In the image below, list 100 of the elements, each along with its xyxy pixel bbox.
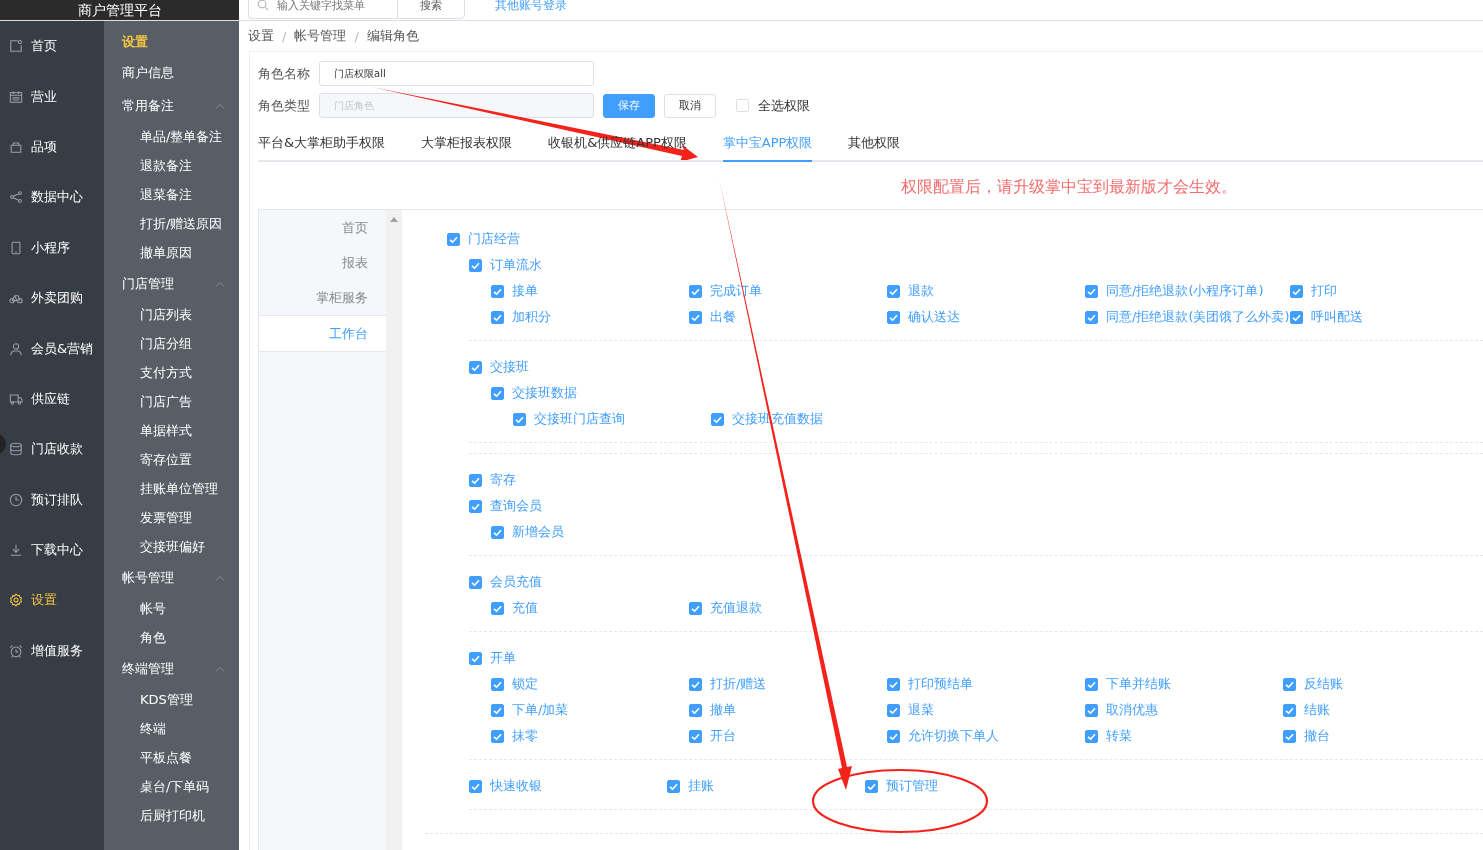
search-field[interactable]: 输入关键字找菜单 (248, 0, 397, 19)
submenu-item[interactable]: 挂账单位管理 (122, 474, 239, 503)
checkbox[interactable] (491, 525, 504, 539)
submenu-item[interactable]: 终端 (122, 714, 239, 743)
nav-item[interactable]: 增值服务 (0, 625, 104, 677)
checkbox[interactable] (469, 651, 482, 665)
submenu-group[interactable]: 门店管理 (122, 267, 239, 300)
checkbox[interactable] (469, 473, 482, 487)
checkbox[interactable] (1085, 284, 1098, 298)
submenu-item[interactable]: 退菜备注 (122, 180, 239, 209)
checkbox[interactable] (689, 703, 702, 717)
phone-icon (9, 240, 23, 255)
checkbox[interactable] (469, 360, 482, 374)
checkbox[interactable] (1085, 677, 1098, 691)
checkbox[interactable] (1283, 703, 1296, 717)
submenu-item[interactable]: 支付方式 (122, 358, 239, 387)
checkbox[interactable] (887, 310, 900, 324)
submenu-item[interactable]: 桌台/下单码 (122, 772, 239, 801)
submenu-item[interactable]: 商户信息 (122, 56, 239, 89)
submenu-item[interactable]: 门店列表 (122, 300, 239, 329)
submenu-item[interactable]: KDS管理 (122, 685, 239, 714)
nav-item[interactable]: 外卖团购 (0, 272, 104, 324)
nav-item[interactable]: 设置 (0, 575, 104, 626)
checkbox[interactable] (491, 386, 504, 400)
submenu-group[interactable]: 常用备注 (122, 89, 239, 122)
search-button[interactable]: 搜索 (397, 0, 465, 19)
checkbox[interactable] (491, 284, 504, 298)
checkbox[interactable] (1283, 729, 1296, 743)
permission-label: 下单/加菜 (512, 701, 569, 719)
checkbox[interactable] (887, 677, 900, 691)
tab[interactable]: 大掌柜报表权限 (421, 125, 513, 162)
checkbox[interactable] (491, 310, 504, 324)
checkbox[interactable] (491, 601, 504, 615)
checkbox[interactable] (887, 284, 900, 298)
nav-item[interactable]: 品项 (0, 121, 104, 173)
checkbox[interactable] (1085, 703, 1098, 717)
checkbox[interactable] (469, 499, 482, 513)
submenu-item[interactable]: 单品/整单备注 (122, 122, 239, 151)
scrollbar[interactable] (386, 210, 402, 850)
checkbox[interactable] (1289, 310, 1303, 324)
permission-label: 下单并结账 (1106, 675, 1171, 693)
breadcrumb-item[interactable]: 设置 (248, 27, 274, 45)
breadcrumb-item[interactable]: 帐号管理 (294, 27, 347, 45)
checkbox[interactable] (1085, 729, 1098, 743)
checkbox[interactable] (1085, 310, 1098, 324)
submenu-item[interactable]: 帐号 (122, 594, 239, 623)
submenu-item[interactable]: 发票管理 (122, 503, 239, 532)
submenu-item[interactable]: 寄存位置 (122, 445, 239, 474)
nav-item[interactable]: 营业 (0, 71, 104, 122)
checkbox[interactable] (689, 601, 702, 615)
submenu-item[interactable]: 平板点餐 (122, 743, 239, 772)
checkbox[interactable] (887, 703, 900, 717)
checkbox[interactable] (469, 258, 482, 272)
submenu-item[interactable]: 退款备注 (122, 151, 239, 180)
checkbox[interactable] (1283, 677, 1296, 691)
checkbox[interactable] (447, 232, 460, 246)
submenu-item[interactable]: 门店广告 (122, 387, 239, 416)
checkbox[interactable] (513, 412, 526, 426)
checkbox[interactable] (491, 729, 504, 743)
checkbox[interactable] (491, 677, 504, 691)
side-tab[interactable]: 报表 (259, 245, 386, 280)
nav-item[interactable]: 会员&营销 (0, 323, 104, 374)
checkbox[interactable] (689, 729, 702, 743)
nav-item[interactable]: 数据中心 (0, 172, 104, 223)
checkbox[interactable] (667, 779, 680, 793)
tab[interactable]: 平台&大掌柜助手权限 (258, 125, 386, 162)
submenu-group[interactable]: 帐号管理 (122, 561, 239, 594)
nav-item[interactable]: 门店收款 (0, 424, 104, 475)
submenu-item[interactable]: 打折/赠送原因 (122, 209, 239, 238)
tab[interactable]: 其他权限 (848, 125, 901, 162)
share-icon (9, 190, 23, 205)
caret-icon (215, 102, 225, 109)
cancel-button[interactable]: 取消 (664, 93, 716, 118)
checkbox[interactable] (469, 575, 482, 589)
submenu-item[interactable]: 单据样式 (122, 416, 239, 445)
checkbox[interactable] (689, 310, 702, 324)
checkbox[interactable] (469, 779, 482, 793)
checkbox[interactable] (865, 779, 878, 793)
submenu-item[interactable]: 交接班偏好 (122, 532, 239, 561)
side-tab[interactable]: 掌柜服务 (259, 280, 386, 315)
checkbox[interactable] (491, 703, 504, 717)
checkbox[interactable] (689, 284, 702, 298)
side-tab[interactable]: 首页 (259, 210, 386, 245)
checkbox[interactable] (1289, 284, 1303, 298)
submenu-group[interactable]: 终端管理 (122, 652, 239, 685)
scroll-up-icon[interactable] (390, 217, 398, 222)
nav-item[interactable]: 下载中心 (0, 524, 104, 576)
checkbox[interactable] (711, 412, 724, 426)
submenu-item[interactable]: 角色 (122, 623, 239, 652)
permission-label: 同意/拒绝退款(美团饿了么外卖) (1106, 308, 1290, 326)
submenu-item[interactable]: 撤单原因 (122, 238, 239, 267)
checkbox[interactable] (887, 729, 900, 743)
role-name-field[interactable]: 门店权限all (319, 61, 594, 86)
submenu-item[interactable]: 后厨打印机 (122, 801, 239, 830)
nav-item[interactable]: 首页 (0, 21, 104, 72)
submenu-item[interactable]: 门店分组 (122, 329, 239, 358)
checkbox[interactable] (689, 677, 702, 691)
nav-item[interactable]: 小程序 (0, 222, 104, 273)
nav-item[interactable]: 供应链 (0, 373, 104, 425)
nav-item[interactable]: 预订排队 (0, 474, 104, 525)
